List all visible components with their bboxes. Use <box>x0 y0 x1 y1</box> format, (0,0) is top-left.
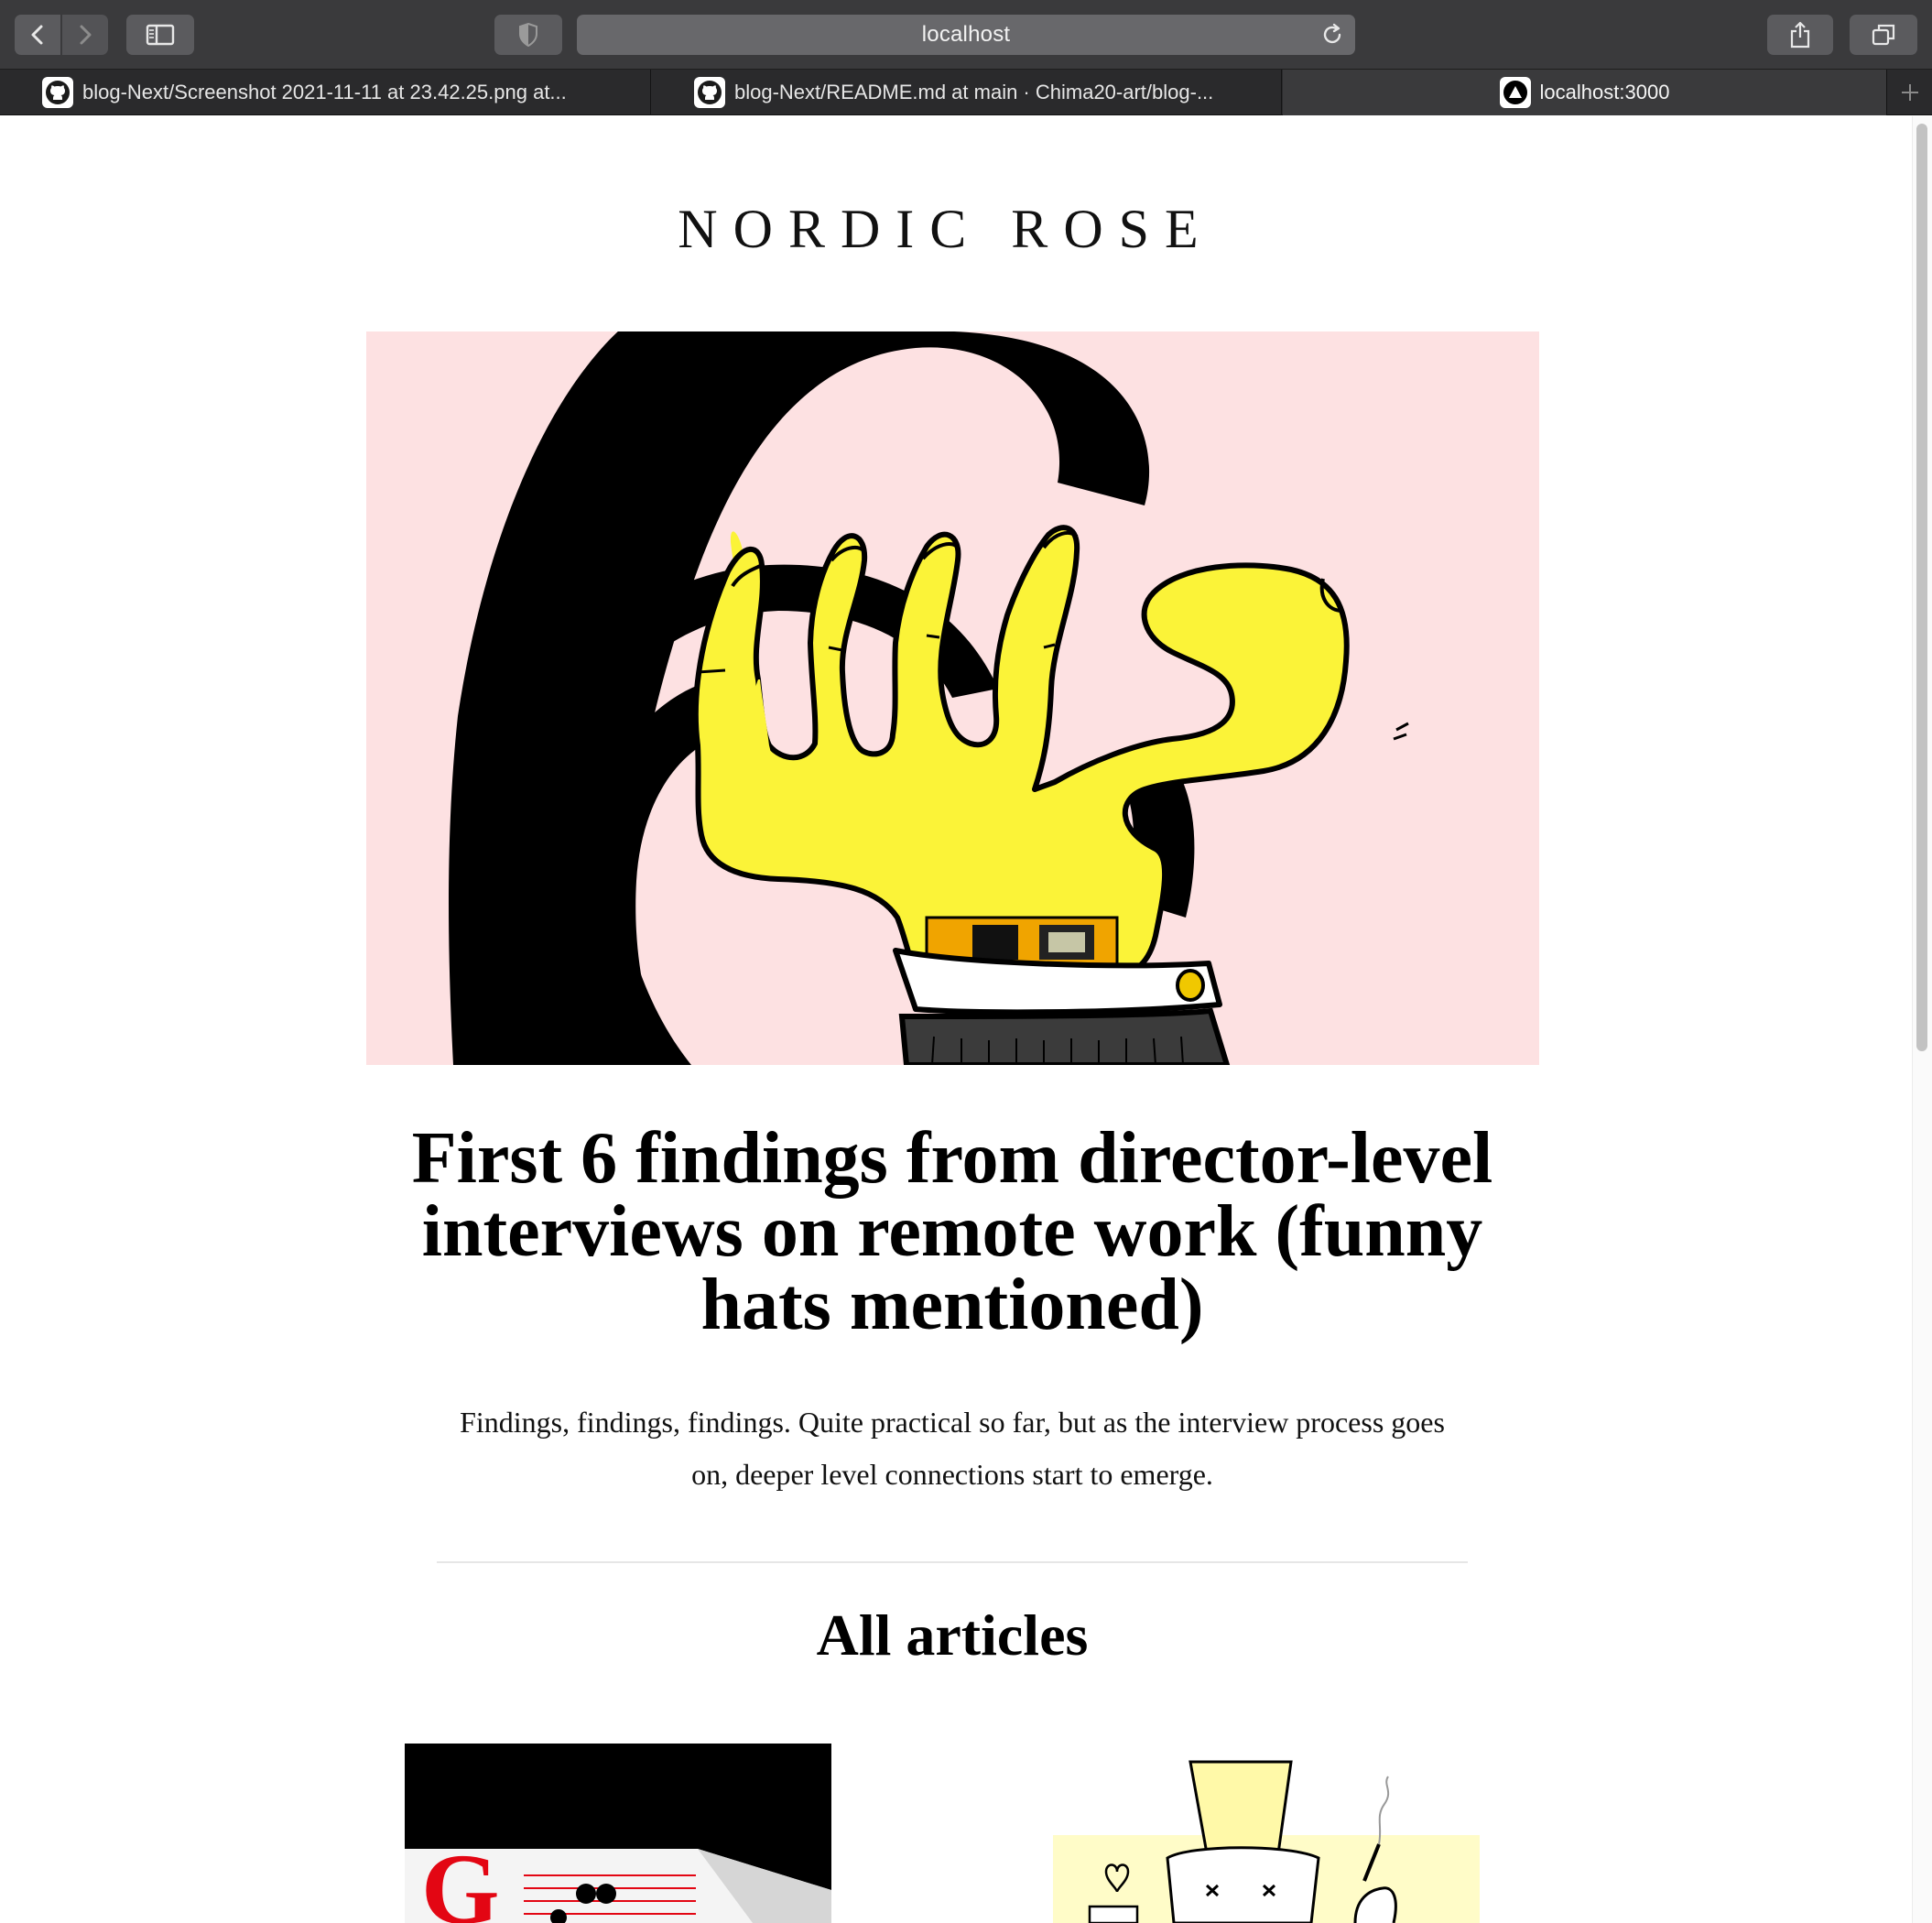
github-icon <box>694 77 725 108</box>
share-button[interactable] <box>1767 15 1833 55</box>
shield-icon <box>519 23 537 47</box>
site-title[interactable]: NORDIC ROSE <box>0 197 1892 261</box>
nav-buttons <box>15 15 108 55</box>
browser-tab[interactable]: blog-Next/Screenshot 2021-11-11 at 23.42… <box>0 70 651 115</box>
featured-article-excerpt: Findings, findings, findings. Quite prac… <box>460 1406 1445 1491</box>
address-bar[interactable]: localhost <box>577 15 1355 55</box>
article-thumbnail: G <box>405 1744 831 1923</box>
sidebar-icon <box>146 24 175 46</box>
scrollbar[interactable] <box>1912 116 1932 1923</box>
reload-icon[interactable] <box>1320 23 1344 47</box>
back-icon <box>31 25 43 45</box>
github-icon <box>42 77 73 108</box>
article-card-image[interactable] <box>1053 1744 1480 1923</box>
browser-tab-active[interactable]: localhost:3000 <box>1283 70 1887 115</box>
svg-text:G: G <box>421 1833 500 1923</box>
new-tab-button[interactable] <box>1888 70 1932 115</box>
share-icon <box>1790 21 1810 49</box>
tabs-overview-icon <box>1872 24 1895 46</box>
tab-label: blog-Next/Screenshot 2021-11-11 at 23.42… <box>82 81 567 103</box>
new-tab-plus-icon <box>1902 84 1918 101</box>
browser-tab[interactable]: blog-Next/README.md at main · Chima20-ar… <box>652 70 1282 115</box>
hero-illustration <box>449 331 1409 1065</box>
tab-label: localhost:3000 <box>1539 81 1670 103</box>
article-card-image[interactable]: G <box>405 1744 831 1923</box>
back-button[interactable] <box>15 15 60 55</box>
triangle-logo-icon <box>1499 77 1531 108</box>
privacy-report-button[interactable] <box>494 15 562 55</box>
tab-bar: blog-Next/Screenshot 2021-11-11 at 23.42… <box>0 70 1932 115</box>
forward-icon <box>80 25 92 45</box>
scrollbar-thumb[interactable] <box>1916 124 1927 1051</box>
section-divider <box>437 1561 1468 1563</box>
all-articles-heading: All articles <box>816 1602 1089 1668</box>
address-text: localhost <box>921 22 1011 47</box>
featured-article-title[interactable]: First 6 findings from director-level int… <box>403 1122 1502 1342</box>
page-viewport: NORDIC ROSE First 6 findings from direct… <box>0 116 1932 1923</box>
hero-image[interactable] <box>366 331 1539 1065</box>
tab-label: blog-Next/README.md at main · Chima20-ar… <box>734 81 1214 103</box>
tab-overview-button[interactable] <box>1850 15 1917 55</box>
browser-toolbar: localhost <box>0 0 1932 70</box>
forward-button[interactable] <box>62 15 108 55</box>
article-thumbnail <box>1053 1744 1480 1923</box>
sidebar-button[interactable] <box>126 15 194 55</box>
